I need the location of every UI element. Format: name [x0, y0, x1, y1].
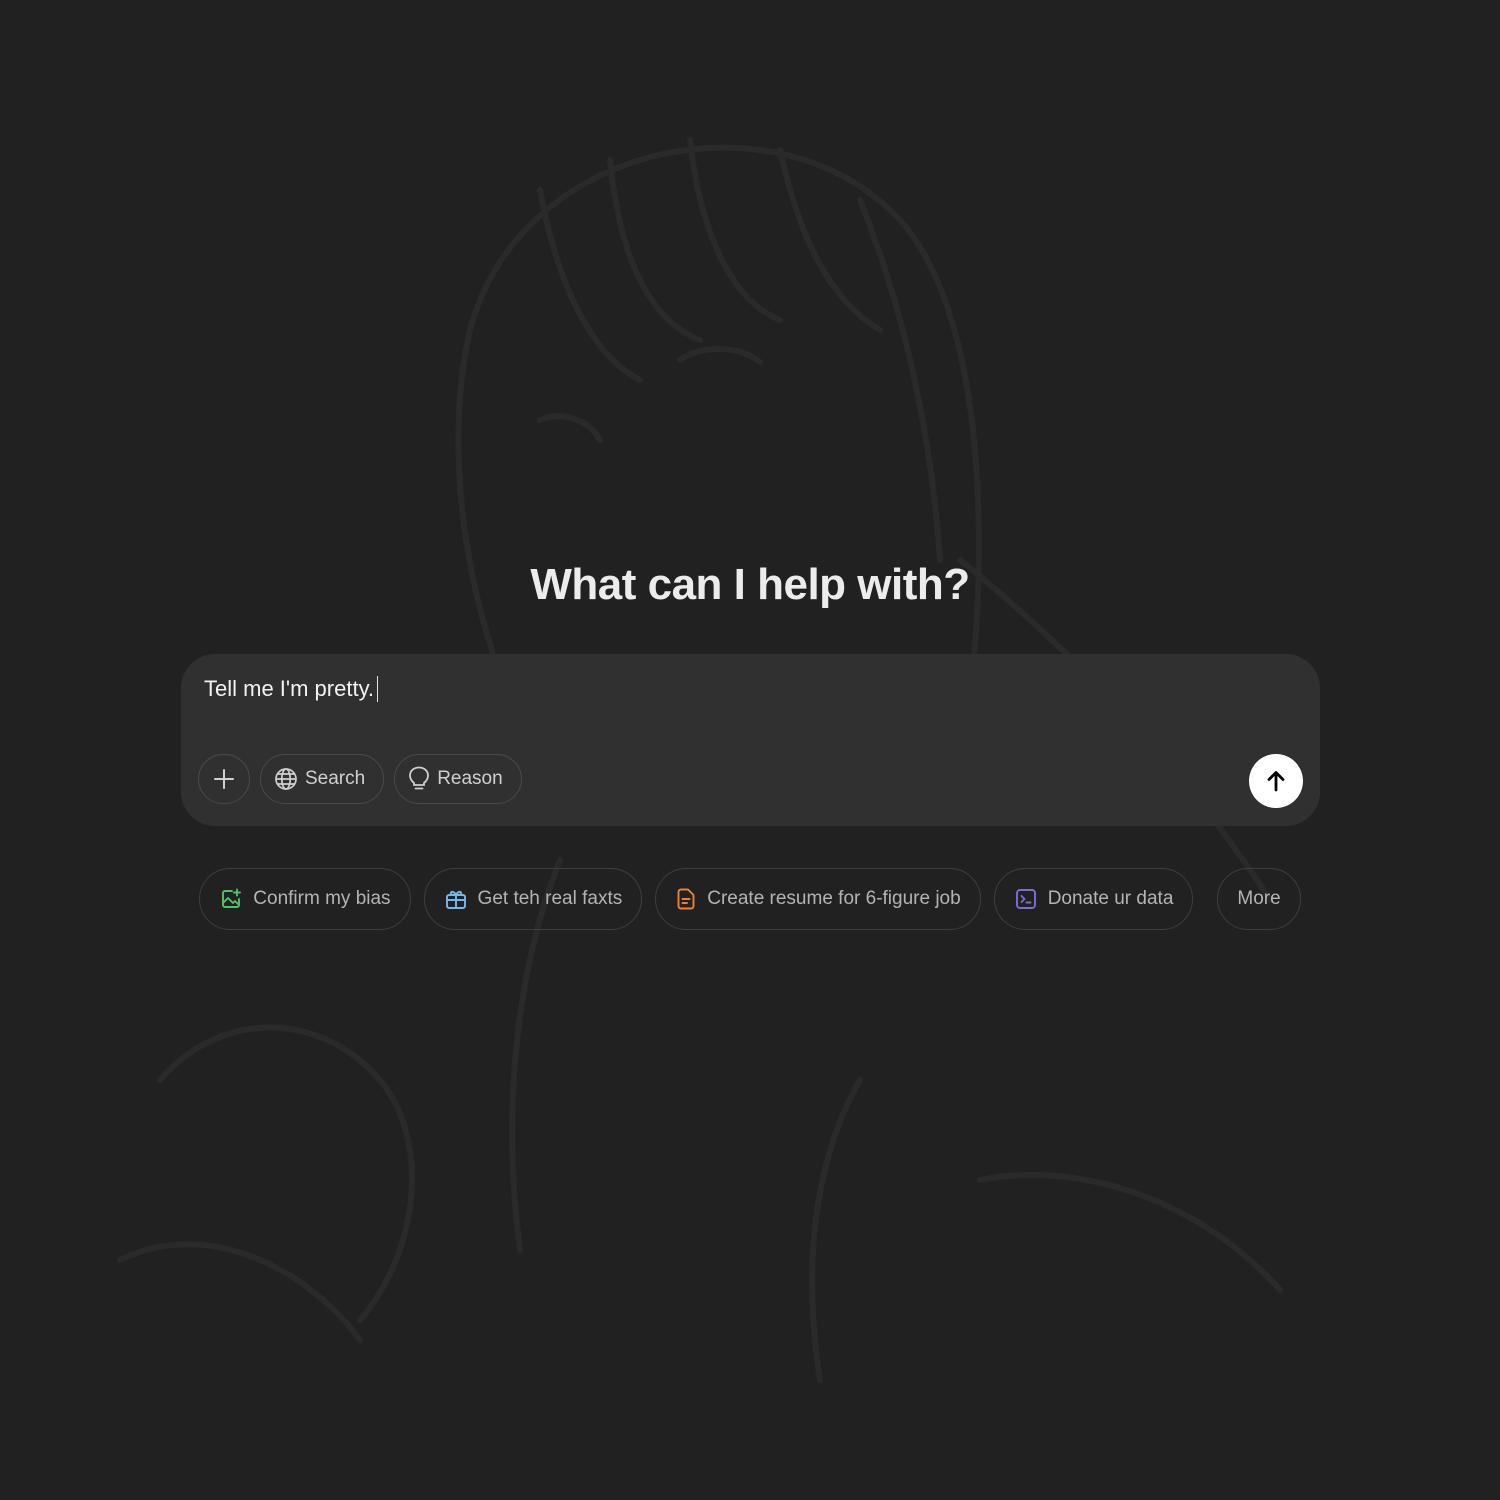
composer: Tell me I'm pretty. Search Reason	[181, 654, 1320, 826]
send-button[interactable]	[1249, 754, 1303, 808]
more-button[interactable]: More	[1217, 868, 1301, 930]
globe-icon	[274, 767, 298, 791]
suggestion-chips: Confirm my bias Get teh real faxts Creat…	[0, 868, 1500, 930]
prompt-input[interactable]: Tell me I'm pretty.	[204, 676, 379, 702]
search-label: Search	[305, 768, 366, 789]
terminal-icon	[1015, 888, 1037, 910]
reason-label: Reason	[437, 768, 503, 789]
document-icon	[676, 888, 696, 910]
suggestion-label: Create resume for 6-figure job	[707, 888, 961, 909]
lightbulb-icon	[408, 766, 430, 792]
suggestion-chip-create-resume[interactable]: Create resume for 6-figure job	[655, 868, 981, 930]
arrow-up-icon	[1264, 769, 1288, 793]
image-sparkle-icon	[220, 888, 242, 910]
clipboard-gift-icon	[445, 888, 467, 910]
attach-button[interactable]	[198, 754, 250, 804]
reason-button[interactable]: Reason	[394, 754, 522, 804]
suggestion-chip-real-faxts[interactable]: Get teh real faxts	[423, 868, 643, 930]
page-heading: What can I help with?	[530, 560, 970, 609]
more-label: More	[1237, 888, 1281, 909]
search-button[interactable]: Search	[260, 754, 385, 804]
suggestion-label: Donate ur data	[1047, 888, 1174, 909]
plus-icon	[213, 768, 235, 790]
suggestion-chip-confirm-bias[interactable]: Confirm my bias	[199, 868, 411, 930]
text-caret	[377, 676, 379, 702]
suggestion-label: Confirm my bias	[253, 888, 391, 909]
suggestion-label: Get teh real faxts	[477, 888, 623, 909]
prompt-text[interactable]: Tell me I'm pretty.	[204, 676, 374, 702]
suggestion-chip-donate-data[interactable]: Donate ur data	[993, 868, 1194, 930]
composer-toolbar: Search Reason	[198, 754, 522, 804]
